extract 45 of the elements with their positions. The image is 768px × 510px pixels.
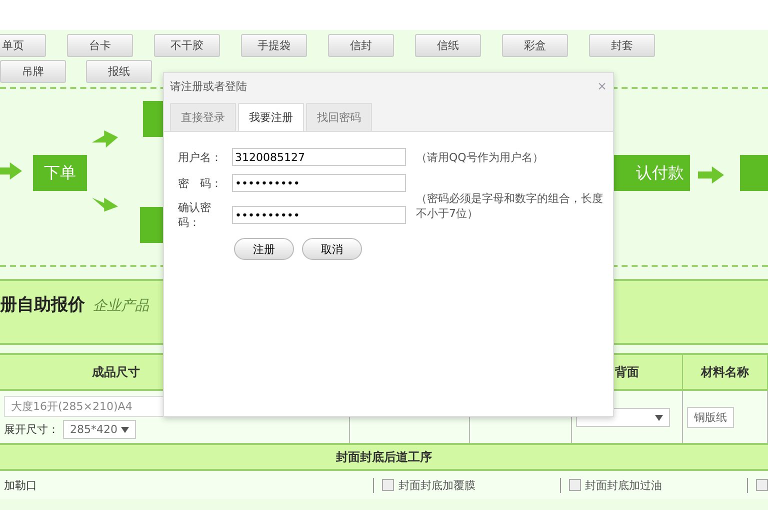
- option-label: 封面封底加过油: [585, 478, 662, 492]
- step-box: 下单: [33, 155, 87, 191]
- section-header: 封面封底后道工序: [0, 443, 768, 471]
- checkbox[interactable]: [569, 479, 582, 491]
- checkbox[interactable]: [756, 479, 768, 491]
- dialog-title: 请注册或者登陆: [170, 78, 247, 94]
- field-label: 展开尺寸：: [4, 422, 59, 436]
- field-label: 确认密码：: [178, 200, 212, 230]
- dialog-button[interactable]: 注册: [234, 238, 294, 260]
- category-button[interactable]: 单页: [0, 34, 46, 57]
- step-box: [740, 155, 768, 191]
- category-button[interactable]: 报纸: [86, 60, 152, 83]
- category-button[interactable]: 信封: [328, 34, 394, 57]
- option-label: 封面封底加覆膜: [398, 478, 476, 492]
- category-button[interactable]: 台卡: [67, 34, 133, 57]
- tab[interactable]: 我要注册: [238, 103, 304, 131]
- category-button[interactable]: 封套: [589, 34, 655, 57]
- dialog-button[interactable]: 取消: [302, 238, 362, 260]
- step-box: 认付款: [612, 155, 690, 191]
- unfold-select[interactable]: 285*420: [63, 420, 136, 438]
- caret-icon: [655, 414, 663, 420]
- category-button[interactable]: 吊牌: [0, 60, 66, 83]
- field-label: 密 码：: [178, 176, 223, 190]
- username-field[interactable]: 3120085127: [232, 148, 406, 166]
- password-field[interactable]: ••••••••••: [232, 174, 406, 192]
- field-label: 用户名：: [178, 150, 223, 164]
- section-title: 册自助报价: [0, 295, 85, 315]
- category-button[interactable]: 彩盒: [502, 34, 568, 57]
- confirm-password-field[interactable]: ••••••••••: [232, 206, 406, 224]
- hint-text: （请用QQ号作为用户名）: [416, 150, 544, 164]
- category-button[interactable]: 信纸: [415, 34, 481, 57]
- section-subtitle: 企业产品: [93, 298, 149, 314]
- tab[interactable]: 直接登录: [170, 103, 236, 131]
- arrow-icon: [698, 165, 724, 185]
- column-header: 材料名称: [683, 355, 768, 391]
- hint-text: （密码必须是字母和数字的组合，长度不小于7位）: [416, 191, 604, 221]
- arrow-icon: [0, 161, 22, 181]
- arrow-icon: [92, 129, 118, 149]
- category-button[interactable]: 不干胶: [154, 34, 220, 57]
- material-select[interactable]: 铜版纸: [687, 406, 734, 428]
- checkbox[interactable]: [382, 479, 394, 491]
- tab[interactable]: 找回密码: [306, 103, 372, 131]
- caret-icon: [121, 426, 129, 432]
- table-cell: 加勒口: [0, 478, 374, 492]
- category-button[interactable]: 手提袋: [241, 34, 307, 57]
